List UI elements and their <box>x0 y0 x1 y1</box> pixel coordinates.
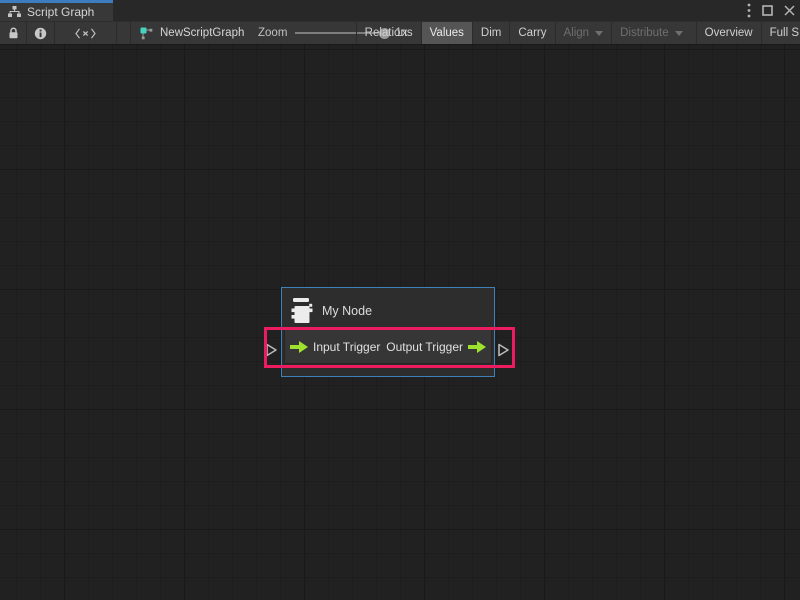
info-button[interactable] <box>27 22 55 44</box>
chevron-down-icon <box>675 31 683 36</box>
output-connection-triangle-icon[interactable] <box>497 342 510 358</box>
graph-hierarchy-icon <box>8 6 21 18</box>
node-my-node[interactable]: My Node Input Trigger Output Trigger <box>281 287 495 377</box>
graph-name-label: NewScriptGraph <box>160 27 244 39</box>
input-trigger-label: Input Trigger <box>313 340 380 354</box>
graph-asset-button[interactable]: NewScriptGraph <box>130 22 244 44</box>
kebab-menu-icon[interactable] <box>747 3 751 18</box>
overview-button[interactable]: Overview <box>696 22 761 44</box>
tab-bar: Script Graph <box>0 0 800 21</box>
tab-script-graph[interactable]: Script Graph <box>0 0 113 21</box>
output-trigger-port[interactable]: Output Trigger <box>386 340 486 354</box>
node-title: My Node <box>322 304 372 318</box>
output-trigger-label: Output Trigger <box>386 340 463 354</box>
tab-title: Script Graph <box>27 5 94 19</box>
maximize-icon[interactable] <box>762 5 773 16</box>
unit-node-icon <box>291 298 313 324</box>
distribute-dropdown-button: Distribute <box>611 22 691 44</box>
zoom-to-fit-button[interactable] <box>55 22 117 44</box>
node-footer <box>282 364 494 376</box>
input-trigger-port[interactable]: Input Trigger <box>290 340 380 354</box>
lock-button[interactable] <box>0 22 27 44</box>
node-ports-row: Input Trigger Output Trigger <box>284 329 492 364</box>
zoom-label: Zoom <box>258 27 287 39</box>
node-header[interactable]: My Node <box>282 288 494 329</box>
fullscreen-button[interactable]: Full S <box>761 22 800 44</box>
values-button[interactable]: Values <box>421 22 472 44</box>
info-icon <box>34 27 47 40</box>
input-connection-triangle-icon[interactable] <box>265 342 278 358</box>
toolbar: NewScriptGraph Zoom 1x Relations Values … <box>0 21 800 45</box>
relations-button[interactable]: Relations <box>356 22 421 44</box>
lock-icon <box>8 27 19 39</box>
chevron-down-icon <box>595 31 603 36</box>
toolbar-right-group: Relations Values Dim Carry Align Distrib… <box>356 22 800 44</box>
carry-button[interactable]: Carry <box>509 22 554 44</box>
flow-arrow-icon <box>290 341 308 353</box>
align-dropdown-button: Align <box>555 22 612 44</box>
graph-canvas[interactable]: My Node Input Trigger Output Trigger <box>0 45 800 600</box>
close-icon[interactable] <box>784 5 795 16</box>
toolbar-left-group <box>0 22 117 44</box>
script-graph-window: Script Graph <box>0 0 800 600</box>
flow-arrow-icon <box>468 341 486 353</box>
script-graph-asset-icon <box>140 27 153 40</box>
dim-button[interactable]: Dim <box>472 22 509 44</box>
angle-brackets-x-icon <box>75 28 96 39</box>
window-controls <box>747 0 795 21</box>
